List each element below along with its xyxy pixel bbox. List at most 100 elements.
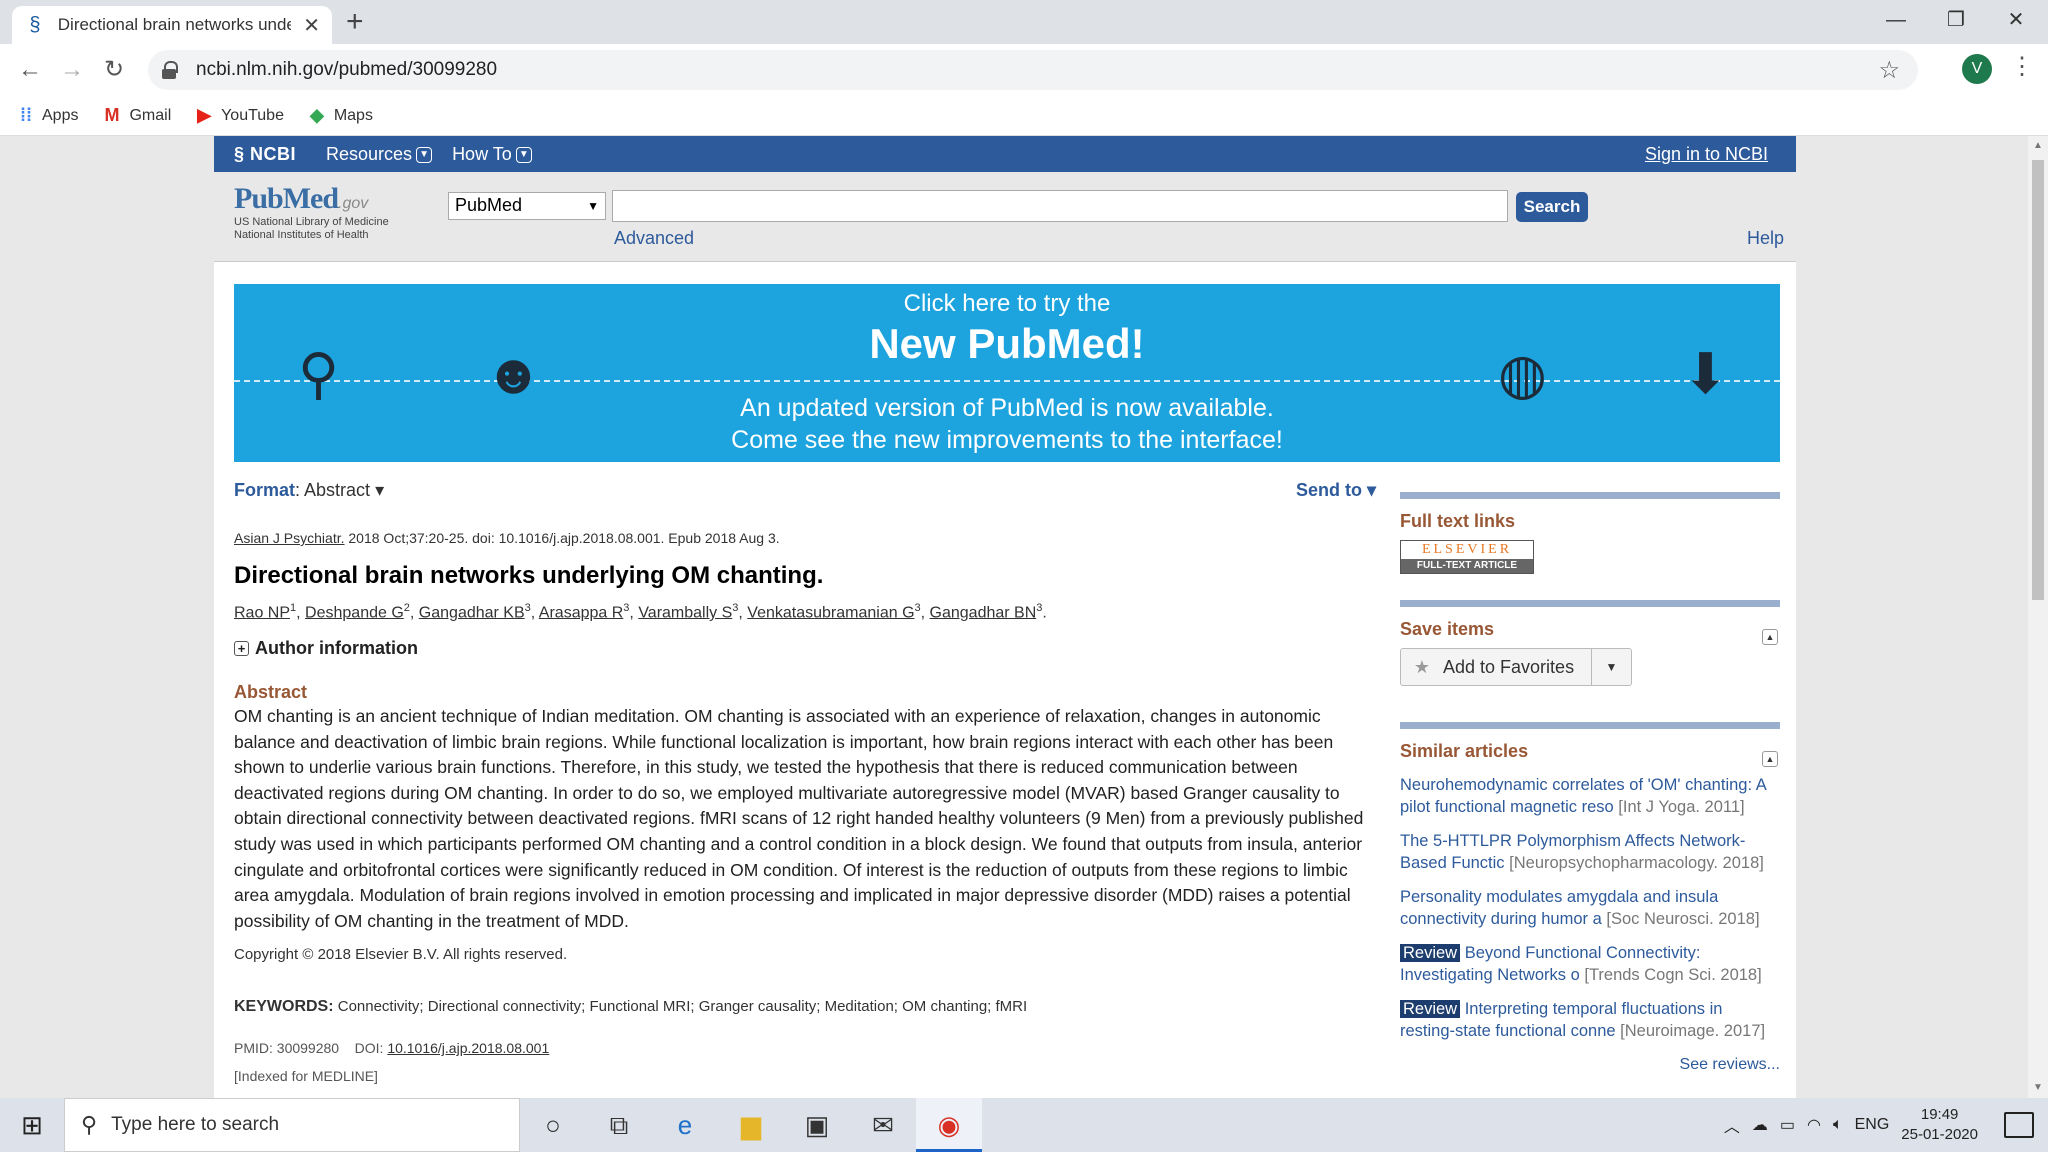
author-link[interactable]: Venkatasubramanian G — [747, 604, 914, 621]
onedrive-icon[interactable]: ☁ — [1752, 1115, 1768, 1135]
browser-menu-icon[interactable]: ⋮ — [2010, 52, 2034, 81]
right-sidebar: Full text links ELSEVIER FULL-TEXT ARTIC… — [1400, 492, 1780, 1074]
address-bar[interactable]: ncbi.nlm.nih.gov/pubmed/30099280 ☆ — [148, 50, 1918, 90]
search-area: PubMed.gov US National Library of Medici… — [214, 172, 1796, 262]
search-icon: ⚲ — [81, 1112, 98, 1137]
howto-menu[interactable]: How To ▼ — [452, 144, 532, 165]
chevron-down-icon[interactable]: ▼ — [1591, 649, 1631, 685]
format-selector[interactable]: Format: Abstract ▾ — [234, 480, 384, 501]
bookmark-apps[interactable]: ⁞⁞ Apps — [20, 105, 78, 126]
database-select[interactable]: PubMed ▼ — [448, 192, 606, 220]
search-input[interactable] — [612, 190, 1508, 222]
profile-avatar[interactable]: V — [1962, 54, 1992, 84]
add-to-favorites-button[interactable]: ★ Add to Favorites ▼ — [1400, 648, 1632, 686]
bookmark-youtube[interactable]: ▶ YouTube — [197, 105, 284, 126]
new-tab-icon[interactable]: + — [346, 6, 364, 38]
bookmark-gmail[interactable]: M Gmail — [104, 105, 171, 126]
restore-icon[interactable]: ❐ — [1926, 0, 1986, 40]
taskbar-search-placeholder: Type here to search — [111, 1114, 280, 1135]
author-link[interactable]: Rao NP — [234, 604, 290, 621]
elsevier-fulltext-button[interactable]: ELSEVIER FULL-TEXT ARTICLE — [1400, 540, 1534, 574]
search-button[interactable]: Search — [1516, 192, 1588, 222]
reload-icon[interactable]: ↻ — [98, 54, 130, 86]
star-icon: ★ — [1413, 656, 1431, 677]
ncbi-header-bar: § NCBI Resources ▼ How To ▼ Sign in to NCB… — [214, 136, 1796, 172]
ncbi-favicon-icon: § — [29, 14, 41, 36]
forward-icon[interactable]: → — [56, 54, 88, 86]
similar-article-item[interactable]: The 5-HTTLPR Polymorphism Affects Networ… — [1400, 830, 1780, 874]
windows-taskbar: ⊞ ⚲ Type here to search ○ ⧉ e ▆ ▣ ✉ ◉ ︿ … — [0, 1098, 2048, 1152]
similar-article-item[interactable]: Personality modulates amygdala and insul… — [1400, 886, 1780, 930]
bookmarks-bar: ⁞⁞ Apps M Gmail ▶ YouTube ◆ Maps — [0, 96, 2048, 136]
notifications-icon[interactable] — [2004, 1112, 2034, 1138]
indexed-note: [Indexed for MEDLINE] — [234, 1068, 378, 1084]
clock[interactable]: 19:49 25-01-2020 — [1901, 1105, 1978, 1145]
ncbi-logo[interactable]: § NCBI — [234, 144, 296, 165]
window-close-icon[interactable]: ✕ — [1986, 0, 2046, 40]
banner-line-1: Click here to try the — [903, 290, 1111, 317]
expand-plus-icon: + — [234, 641, 249, 656]
author-link[interactable]: Gangadhar KB — [419, 604, 525, 621]
close-tab-icon[interactable]: ✕ — [303, 13, 320, 38]
battery-icon[interactable]: ▭ — [1780, 1115, 1795, 1135]
journal-link[interactable]: Asian J Psychiatr. — [234, 530, 345, 546]
file-explorer-icon[interactable]: ▆ — [718, 1098, 784, 1152]
see-reviews-link[interactable]: See reviews... — [1400, 1056, 1780, 1074]
pubmed-logo[interactable]: PubMed.gov US National Library of Medici… — [234, 182, 389, 242]
cortana-icon[interactable]: ○ — [520, 1098, 586, 1152]
collapse-icon[interactable]: ▲ — [1762, 751, 1778, 767]
review-badge: Review — [1400, 1000, 1461, 1018]
windows-start-icon[interactable]: ⊞ — [0, 1110, 64, 1141]
bookmark-star-icon[interactable]: ☆ — [1878, 56, 1900, 85]
author-link[interactable]: Arasappa R — [539, 604, 624, 621]
system-tray: ︿ ☁ ▭ ◠ 🔈︎ ENG 19:49 25-01-2020 — [1724, 1098, 2048, 1152]
doi-link[interactable]: 10.1016/j.ajp.2018.08.001 — [387, 1040, 549, 1056]
banner-dashed-line — [234, 380, 1780, 382]
similar-article-item[interactable]: Review Beyond Functional Connectivity: I… — [1400, 942, 1780, 986]
similar-article-item[interactable]: Neurohemodynamic correlates of 'OM' chan… — [1400, 774, 1780, 818]
new-pubmed-banner[interactable]: ⚲ ☻ ◍ ⬇ Click here to try the New PubMed… — [234, 284, 1780, 462]
wifi-icon[interactable]: ◠ — [1807, 1115, 1821, 1135]
mail-icon[interactable]: ✉ — [850, 1098, 916, 1152]
volume-icon[interactable]: 🔈︎ — [1833, 1116, 1843, 1134]
scroll-up-icon[interactable]: ▲ — [2033, 140, 2043, 151]
keywords-line: KEYWORDS: Connectivity; Directional conn… — [234, 998, 1028, 1015]
show-hidden-icons-icon[interactable]: ︿ — [1724, 1113, 1740, 1137]
bookmark-label: Apps — [42, 106, 79, 124]
url-text: ncbi.nlm.nih.gov/pubmed/30099280 — [196, 59, 498, 80]
collapse-icon[interactable]: ▲ — [1762, 629, 1778, 645]
bookmark-maps[interactable]: ◆ Maps — [310, 105, 373, 126]
send-to-menu[interactable]: Send to ▾ — [1296, 480, 1376, 501]
chevron-down-icon: ▼ — [515, 146, 532, 163]
task-view-icon[interactable]: ⧉ — [586, 1098, 652, 1152]
chrome-icon[interactable]: ◉ — [916, 1098, 982, 1152]
scroll-down-icon[interactable]: ▼ — [2033, 1082, 2043, 1093]
author-link[interactable]: Deshpande G — [305, 604, 404, 621]
language-indicator[interactable]: ENG — [1855, 1116, 1890, 1134]
edge-icon[interactable]: e — [652, 1098, 718, 1152]
store-icon[interactable]: ▣ — [784, 1098, 850, 1152]
taskbar-search[interactable]: ⚲ Type here to search — [64, 1098, 520, 1152]
author-information-toggle[interactable]: + Author information — [234, 638, 418, 659]
citation-line: Asian J Psychiatr. 2018 Oct;37:20-25. do… — [234, 530, 780, 546]
sign-in-link[interactable]: Sign in to NCBI — [1645, 144, 1768, 165]
section-divider — [1400, 492, 1780, 499]
youtube-icon: ▶ — [197, 105, 212, 125]
scroll-thumb[interactable] — [2032, 160, 2044, 600]
back-icon[interactable]: ← — [14, 54, 46, 86]
author-link[interactable]: Gangadhar BN — [930, 604, 1037, 621]
page-viewport: § NCBI Resources ▼ How To ▼ Sign in to NCB… — [0, 136, 2028, 1098]
minimize-icon[interactable]: — — [1866, 0, 1926, 40]
help-link[interactable]: Help — [1747, 228, 1784, 249]
banner-line-3: An updated version of PubMed is now avai… — [740, 394, 1274, 422]
article-title: Directional brain networks underlying OM… — [234, 562, 824, 589]
page-scrollbar[interactable]: ▲ ▼ — [2028, 136, 2048, 1098]
resources-menu[interactable]: Resources ▼ — [326, 144, 433, 165]
banner-headline: New PubMed! — [869, 320, 1145, 367]
save-items-heading: Save items — [1400, 619, 1495, 639]
abstract-text: OM chanting is an ancient technique of I… — [234, 706, 1364, 931]
browser-tab[interactable]: § Directional brain networks under ✕ — [12, 6, 332, 44]
author-link[interactable]: Varambally S — [638, 604, 732, 621]
advanced-link[interactable]: Advanced — [614, 228, 694, 249]
similar-article-item[interactable]: Review Interpreting temporal fluctuation… — [1400, 998, 1780, 1042]
